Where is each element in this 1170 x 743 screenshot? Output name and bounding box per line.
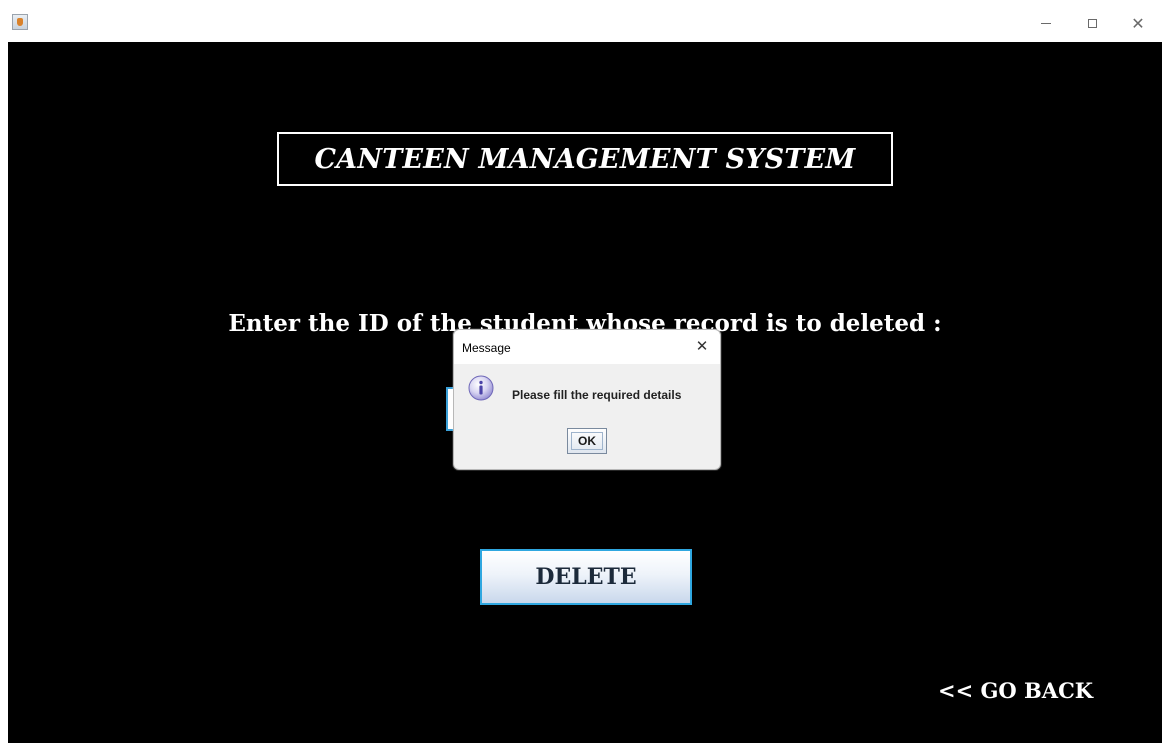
dialog-message: Please fill the required details bbox=[512, 388, 682, 402]
window-titlebar: ✕ bbox=[8, 8, 1162, 42]
maximize-icon bbox=[1087, 18, 1097, 28]
java-app-icon[interactable] bbox=[12, 14, 28, 30]
dialog-title: Message bbox=[462, 341, 511, 355]
message-dialog: Message ✕ Please fill the required detai… bbox=[453, 329, 721, 470]
title-box: CANTEEN MANAGEMENT SYSTEM bbox=[277, 132, 893, 186]
close-icon: ✕ bbox=[1131, 13, 1145, 33]
info-icon bbox=[468, 375, 494, 401]
go-back-link[interactable]: << GO BACK bbox=[938, 678, 1093, 703]
app-window: ✕ CANTEEN MANAGEMENT SYSTEM Enter the ID… bbox=[0, 0, 1170, 743]
delete-button-label: DELETE bbox=[535, 564, 637, 590]
dialog-close-button[interactable]: ✕ bbox=[690, 334, 714, 358]
close-icon: ✕ bbox=[695, 337, 709, 355]
minimize-icon bbox=[1041, 22, 1051, 24]
minimize-button[interactable] bbox=[1024, 8, 1068, 38]
maximize-button[interactable] bbox=[1070, 8, 1114, 38]
ok-button-label: OK bbox=[578, 434, 596, 448]
page-title: CANTEEN MANAGEMENT SYSTEM bbox=[314, 143, 856, 175]
close-window-button[interactable]: ✕ bbox=[1116, 8, 1160, 38]
dialog-titlebar: Message ✕ bbox=[454, 330, 720, 364]
delete-button[interactable]: DELETE bbox=[480, 549, 692, 605]
ok-button[interactable]: OK bbox=[567, 428, 607, 454]
